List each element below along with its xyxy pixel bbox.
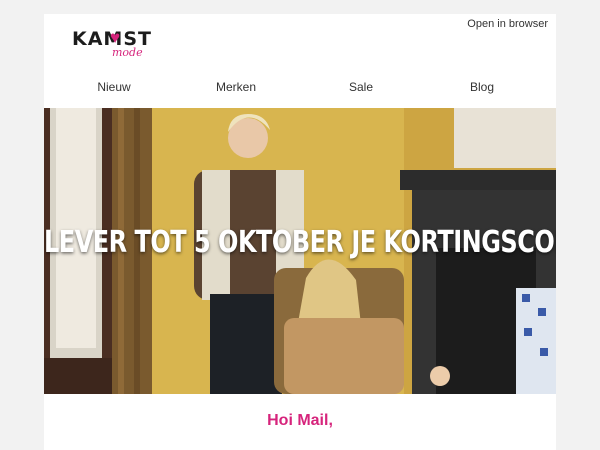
- logo-subtext: mode: [112, 46, 143, 59]
- kamst-logo[interactable]: KAMST ♥ mode: [72, 28, 152, 62]
- nav-item-blog[interactable]: Blog: [470, 80, 494, 94]
- email-container: KAMST ♥ mode Open in browser Nieuw Merke…: [44, 14, 556, 450]
- main-nav: Nieuw Merken Sale Blog: [44, 80, 556, 96]
- nav-item-sale[interactable]: Sale: [349, 80, 373, 94]
- hero-banner[interactable]: LEVER TOT 5 OKTOBER JE KORTINGSCODE IN: [44, 108, 556, 394]
- nav-item-merken[interactable]: Merken: [216, 80, 256, 94]
- nav-item-nieuw[interactable]: Nieuw: [97, 80, 130, 94]
- hero-headline: LEVER TOT 5 OKTOBER JE KORTINGSCODE IN: [44, 224, 556, 260]
- greeting-text: Hoi Mail,: [267, 412, 333, 429]
- open-in-browser-link[interactable]: Open in browser: [467, 18, 548, 30]
- heart-icon: ♥: [110, 28, 121, 47]
- email-header: KAMST ♥ mode Open in browser: [44, 14, 556, 74]
